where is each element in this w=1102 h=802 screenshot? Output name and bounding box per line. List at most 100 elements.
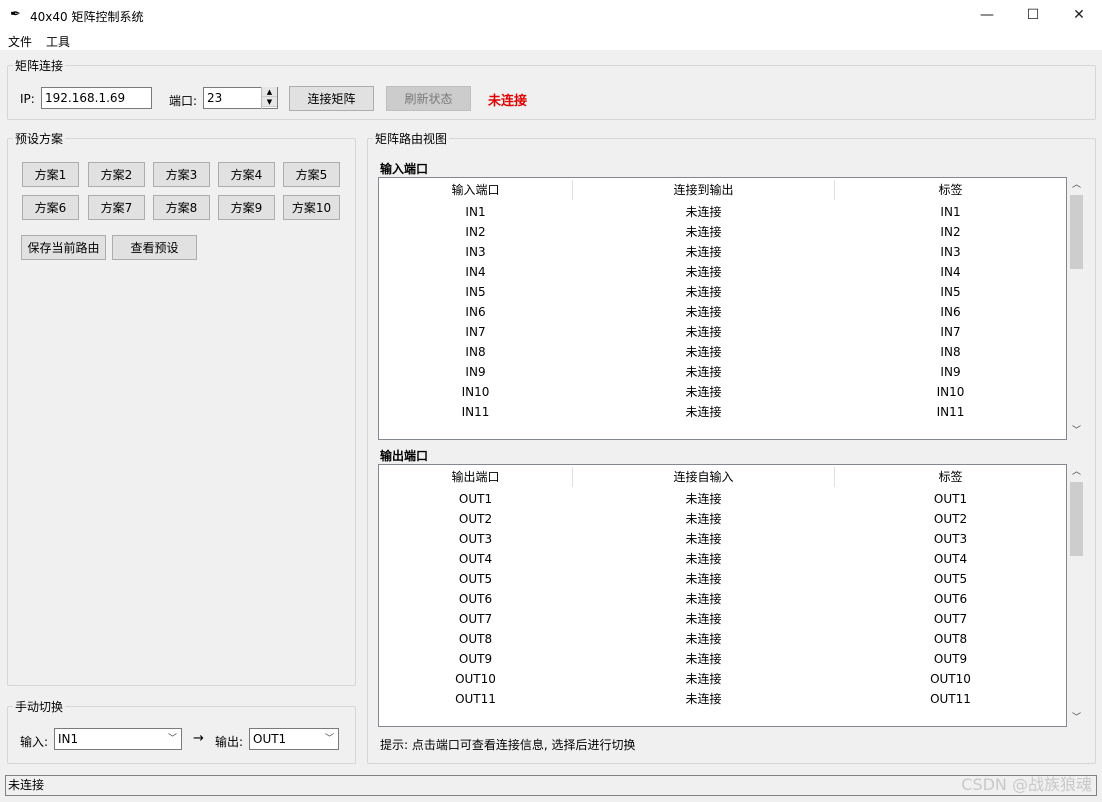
table-row[interactable]: OUT11 未连接 OUT11 bbox=[379, 689, 1066, 709]
menu-tools[interactable]: 工具 bbox=[46, 33, 70, 50]
table-cell: OUT7 bbox=[458, 612, 493, 626]
table-row[interactable]: OUT6 未连接 OUT6 bbox=[379, 589, 1066, 609]
table-cell: 未连接 bbox=[685, 285, 722, 299]
menu-file[interactable]: 文件 bbox=[8, 33, 32, 50]
preset-10-button[interactable]: 方案10 bbox=[283, 195, 340, 220]
preset-3-button[interactable]: 方案3 bbox=[153, 162, 210, 187]
table-row[interactable]: OUT3 未连接 OUT3 bbox=[379, 529, 1066, 549]
table-cell: 未连接 bbox=[685, 405, 722, 419]
table-cell: IN7 bbox=[940, 325, 961, 339]
preset-6-button[interactable]: 方案6 bbox=[22, 195, 79, 220]
table-cell: OUT7 bbox=[933, 612, 968, 626]
table-row[interactable]: IN11 未连接 IN11 bbox=[379, 402, 1066, 422]
preset-9-button[interactable]: 方案9 bbox=[218, 195, 275, 220]
table-row[interactable]: IN7 未连接 IN7 bbox=[379, 322, 1066, 342]
spin-down-icon[interactable]: ▼ bbox=[262, 97, 277, 107]
table-cell: IN11 bbox=[936, 405, 965, 419]
close-icon: ✕ bbox=[1073, 7, 1085, 23]
column-header[interactable]: 连接到输出 bbox=[573, 178, 834, 202]
refresh-button[interactable]: 刷新状态 bbox=[386, 86, 471, 111]
table-cell: 未连接 bbox=[685, 245, 722, 259]
table-row[interactable]: IN5 未连接 IN5 bbox=[379, 282, 1066, 302]
scroll-up-icon[interactable]: ︿ bbox=[1068, 177, 1085, 194]
table-row[interactable]: IN10 未连接 IN10 bbox=[379, 382, 1066, 402]
preset-4-button[interactable]: 方案4 bbox=[218, 162, 275, 187]
maximize-button[interactable]: ☐ bbox=[1010, 0, 1056, 30]
table-row[interactable]: OUT9 未连接 OUT9 bbox=[379, 649, 1066, 669]
table-cell: 未连接 bbox=[685, 385, 722, 399]
preset-7-button[interactable]: 方案7 bbox=[88, 195, 145, 220]
table-row[interactable]: OUT8 未连接 OUT8 bbox=[379, 629, 1066, 649]
table-row[interactable]: OUT5 未连接 OUT5 bbox=[379, 569, 1066, 589]
chevron-down-icon: ﹀ bbox=[167, 734, 177, 744]
table-cell: 未连接 bbox=[685, 305, 722, 319]
presets-legend: 预设方案 bbox=[15, 132, 64, 146]
table-cell: OUT10 bbox=[930, 672, 971, 686]
inputs-table[interactable]: 输入端口 连接到输出 标签 IN1 未连接 IN1 IN2 未连接 IN2 IN3 未连接 IN… bbox=[378, 177, 1067, 440]
scroll-thumb[interactable] bbox=[1070, 195, 1083, 269]
port-value: 23 bbox=[207, 91, 223, 105]
scroll-up-icon[interactable]: ︿ bbox=[1068, 464, 1085, 481]
ip-input[interactable]: 192.168.1.69 bbox=[41, 87, 152, 109]
menu-bar: 文件 工具 bbox=[0, 30, 1102, 50]
column-header[interactable]: 连接自输入 bbox=[573, 465, 834, 489]
table-cell: OUT1 bbox=[458, 492, 493, 506]
table-row[interactable]: IN8 未连接 IN8 bbox=[379, 342, 1066, 362]
connection-status: 未连接 bbox=[488, 94, 528, 109]
table-cell: IN4 bbox=[940, 265, 961, 279]
table-cell: 未连接 bbox=[685, 632, 722, 646]
table-row[interactable]: IN2 未连接 IN2 bbox=[379, 222, 1066, 242]
outputs-title: 输出端口 bbox=[380, 449, 429, 463]
table-row[interactable]: IN4 未连接 IN4 bbox=[379, 262, 1066, 282]
table-cell: IN7 bbox=[465, 325, 486, 339]
preset-5-button[interactable]: 方案5 bbox=[283, 162, 340, 187]
port-spinner[interactable]: ▲ ▼ bbox=[261, 87, 277, 109]
table-row[interactable]: IN3 未连接 IN3 bbox=[379, 242, 1066, 262]
save-route-button[interactable]: 保存当前路由 bbox=[21, 235, 106, 260]
table-row[interactable]: OUT4 未连接 OUT4 bbox=[379, 549, 1066, 569]
table-cell: OUT3 bbox=[458, 532, 493, 546]
table-cell: OUT4 bbox=[933, 552, 968, 566]
minimize-button[interactable]: — bbox=[964, 0, 1010, 30]
maximize-icon: ☐ bbox=[1026, 7, 1040, 23]
outputs-table[interactable]: 输出端口 连接自输入 标签 OUT1 未连接 OUT1 OUT2 未连接 OUT2 OUT3… bbox=[378, 464, 1067, 727]
scroll-down-icon[interactable]: ﹀ bbox=[1068, 710, 1085, 727]
close-button[interactable]: ✕ bbox=[1056, 0, 1102, 30]
table-cell: 未连接 bbox=[685, 592, 722, 606]
table-row[interactable]: OUT10 未连接 OUT10 bbox=[379, 669, 1066, 689]
input-select[interactable]: IN1 ﹀ bbox=[54, 728, 182, 750]
outputs-scrollbar[interactable]: ︿ ﹀ bbox=[1068, 464, 1085, 727]
column-header[interactable]: 输入端口 bbox=[379, 178, 572, 202]
table-row[interactable]: IN9 未连接 IN9 bbox=[379, 362, 1066, 382]
scroll-thumb[interactable] bbox=[1070, 482, 1083, 556]
table-cell: IN5 bbox=[465, 285, 486, 299]
table-cell: 未连接 bbox=[685, 265, 722, 279]
output-select[interactable]: OUT1 ﹀ bbox=[249, 728, 339, 750]
inputs-title: 输入端口 bbox=[380, 162, 429, 176]
table-cell: 未连接 bbox=[685, 225, 722, 239]
table-row[interactable]: OUT1 未连接 OUT1 bbox=[379, 489, 1066, 509]
table-row[interactable]: OUT7 未连接 OUT7 bbox=[379, 609, 1066, 629]
connect-button[interactable]: 连接矩阵 bbox=[289, 86, 374, 111]
column-header[interactable]: 输出端口 bbox=[379, 465, 572, 489]
preset-1-button[interactable]: 方案1 bbox=[22, 162, 79, 187]
column-header[interactable]: 标签 bbox=[835, 178, 1066, 202]
table-row[interactable]: OUT2 未连接 OUT2 bbox=[379, 509, 1066, 529]
table-row[interactable]: IN1 未连接 IN1 bbox=[379, 202, 1066, 222]
table-cell: OUT9 bbox=[933, 652, 968, 666]
spin-up-icon[interactable]: ▲ bbox=[262, 87, 277, 97]
scroll-down-icon[interactable]: ﹀ bbox=[1068, 423, 1085, 440]
table-cell: IN3 bbox=[940, 245, 961, 259]
table-row[interactable]: IN6 未连接 IN6 bbox=[379, 302, 1066, 322]
title-bar: ✒ 40x40 矩阵控制系统 — ☐ ✕ bbox=[0, 0, 1102, 30]
preset-8-button[interactable]: 方案8 bbox=[153, 195, 210, 220]
routing-legend: 矩阵路由视图 bbox=[375, 132, 448, 146]
table-cell: 未连接 bbox=[685, 652, 722, 666]
table-cell: 未连接 bbox=[685, 512, 722, 526]
view-presets-button[interactable]: 查看预设 bbox=[112, 235, 197, 260]
inputs-scrollbar[interactable]: ︿ ﹀ bbox=[1068, 177, 1085, 440]
column-header[interactable]: 标签 bbox=[835, 465, 1066, 489]
table-cell: OUT10 bbox=[455, 672, 496, 686]
table-cell: IN9 bbox=[465, 365, 486, 379]
preset-2-button[interactable]: 方案2 bbox=[88, 162, 145, 187]
